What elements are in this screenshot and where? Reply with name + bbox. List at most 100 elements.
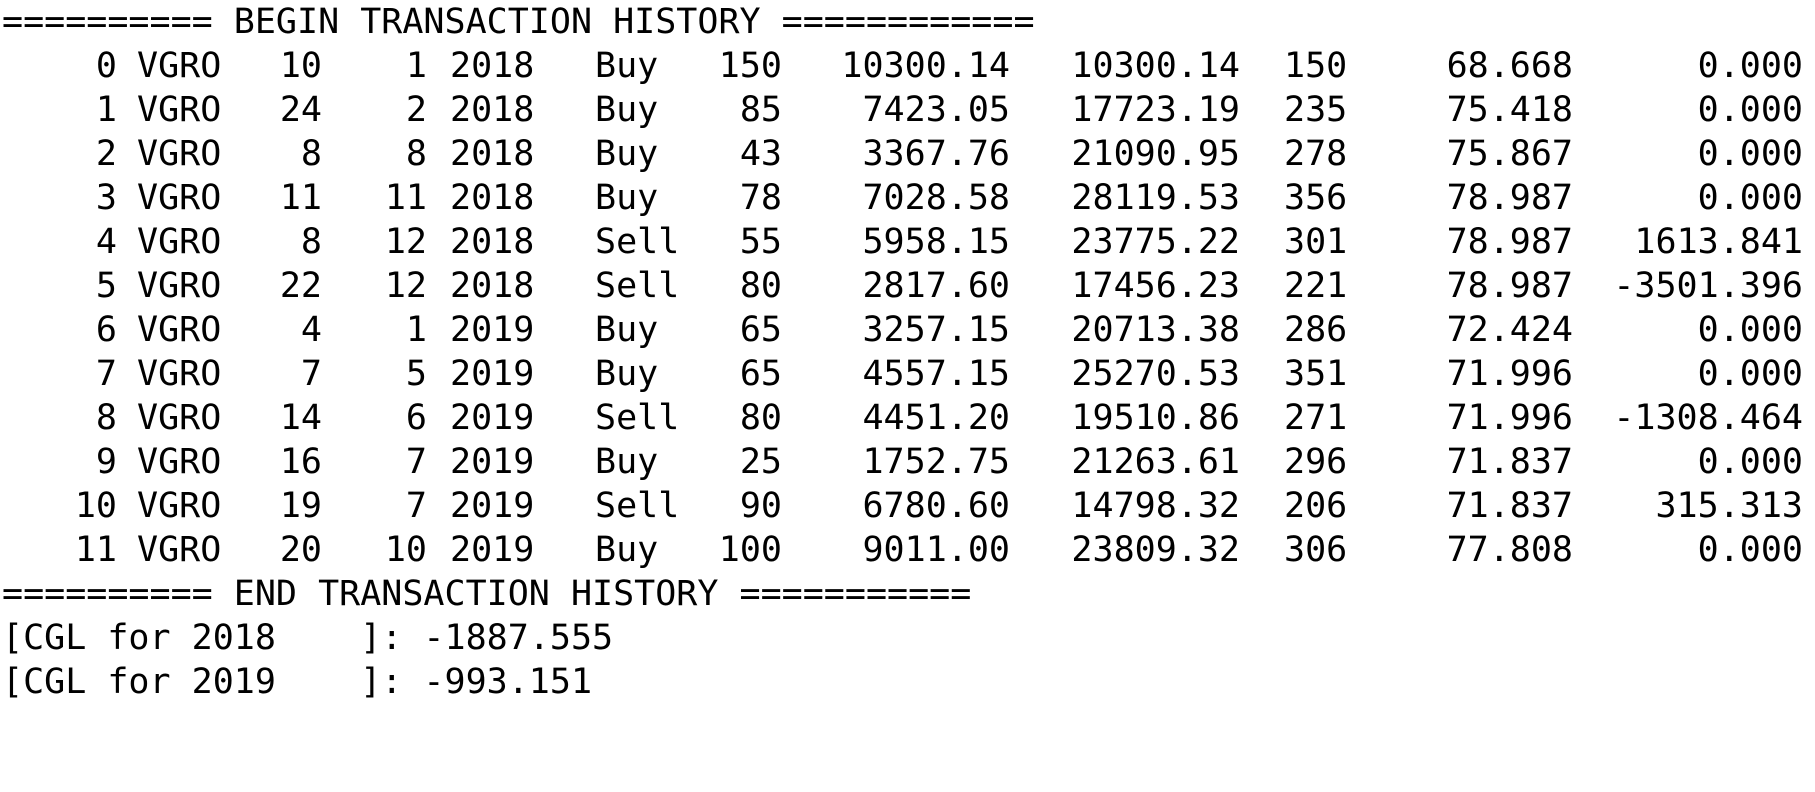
table-row: 10 VGRO 19 7 2019 Sell 90 6780.60 14798.32 206 71.… — [0, 484, 1815, 528]
row-acb-per-share: 72.424 — [1446, 310, 1573, 350]
row-year: 2018 — [450, 134, 535, 174]
row-action: Buy — [595, 134, 659, 174]
end-banner-line: ========== END TRANSACTION HISTORY =====… — [0, 572, 1815, 616]
row-quantity: 150 — [718, 46, 782, 86]
row-month: 1 — [405, 46, 427, 86]
transaction-table: 0 VGRO 10 1 2018 Buy 150 10300.14 10300.14 150 68.… — [0, 44, 1815, 572]
row-cumulative-cost: 21090.95 — [1071, 134, 1240, 174]
row-year: 2019 — [450, 486, 535, 526]
row-shares-held: 150 — [1284, 46, 1348, 86]
row-year: 2019 — [450, 354, 535, 394]
row-day: 14 — [279, 398, 322, 438]
row-amount: 6780.60 — [862, 486, 1010, 526]
row-quantity: 65 — [739, 310, 782, 350]
row-amount: 3367.76 — [862, 134, 1010, 174]
row-month: 10 — [384, 530, 427, 570]
row-cumulative-cost: 20713.38 — [1071, 310, 1240, 350]
row-quantity: 55 — [739, 222, 782, 262]
row-index: 11 — [74, 530, 117, 570]
row-index: 2 — [95, 134, 117, 174]
row-action: Sell — [595, 486, 680, 526]
table-row: 7 VGRO 7 5 2019 Buy 65 4557.15 25270.53 351 71.996… — [0, 352, 1815, 396]
row-capital-gain-loss: 0.000 — [1697, 530, 1803, 570]
row-capital-gain-loss: 0.000 — [1697, 178, 1803, 218]
row-amount: 2817.60 — [862, 266, 1010, 306]
row-acb-per-share: 71.996 — [1446, 398, 1573, 438]
row-symbol: VGRO — [137, 310, 222, 350]
row-shares-held: 235 — [1284, 90, 1348, 130]
row-shares-held: 271 — [1284, 398, 1348, 438]
row-quantity: 80 — [739, 266, 782, 306]
row-quantity: 78 — [739, 178, 782, 218]
cgl-summary-2019: [CGL for 2019 ]: -993.151 — [2, 662, 593, 702]
table-row: 9 VGRO 16 7 2019 Buy 25 1752.75 21263.61 296 71.83… — [0, 440, 1815, 484]
row-index: 5 — [95, 266, 117, 306]
row-day: 10 — [279, 46, 322, 86]
row-acb-per-share: 71.837 — [1446, 442, 1573, 482]
row-year: 2018 — [450, 178, 535, 218]
row-acb-per-share: 75.418 — [1446, 90, 1573, 130]
row-index: 6 — [95, 310, 117, 350]
row-acb-per-share: 78.987 — [1446, 178, 1573, 218]
row-index: 8 — [95, 398, 117, 438]
row-symbol: VGRO — [137, 442, 222, 482]
row-symbol: VGRO — [137, 530, 222, 570]
row-shares-held: 286 — [1284, 310, 1348, 350]
begin-banner-line: ========== BEGIN TRANSACTION HISTORY ===… — [0, 0, 1815, 44]
row-shares-held: 301 — [1284, 222, 1348, 262]
row-year: 2018 — [450, 222, 535, 262]
cgl-summary-2018: [CGL for 2018 ]: -1887.555 — [2, 618, 614, 658]
table-row: 11 VGRO 20 10 2019 Buy 100 9011.00 23809.32 306 77… — [0, 528, 1815, 572]
row-quantity: 85 — [739, 90, 782, 130]
row-amount: 3257.15 — [862, 310, 1010, 350]
row-year: 2019 — [450, 398, 535, 438]
table-row: 8 VGRO 14 6 2019 Sell 80 4451.20 19510.86 271 71.9… — [0, 396, 1815, 440]
row-month: 5 — [405, 354, 427, 394]
row-acb-per-share: 77.808 — [1446, 530, 1573, 570]
row-cumulative-cost: 14798.32 — [1071, 486, 1240, 526]
row-month: 8 — [405, 134, 427, 174]
row-index: 4 — [95, 222, 117, 262]
row-amount: 4451.20 — [862, 398, 1010, 438]
row-capital-gain-loss: 0.000 — [1697, 134, 1803, 174]
row-capital-gain-loss: 1613.841 — [1634, 222, 1803, 262]
row-capital-gain-loss: 0.000 — [1697, 442, 1803, 482]
row-action: Sell — [595, 266, 680, 306]
row-acb-per-share: 71.996 — [1446, 354, 1573, 394]
row-shares-held: 296 — [1284, 442, 1348, 482]
row-capital-gain-loss: -3501.396 — [1613, 266, 1803, 306]
row-day: 20 — [279, 530, 322, 570]
end-banner: ========== END TRANSACTION HISTORY =====… — [2, 574, 972, 614]
row-day: 19 — [279, 486, 322, 526]
row-index: 1 — [95, 90, 117, 130]
row-day: 24 — [279, 90, 322, 130]
row-action: Buy — [595, 354, 659, 394]
row-symbol: VGRO — [137, 178, 222, 218]
row-capital-gain-loss: -1308.464 — [1613, 398, 1803, 438]
row-action: Buy — [595, 530, 659, 570]
row-year: 2019 — [450, 530, 535, 570]
row-cumulative-cost: 23775.22 — [1071, 222, 1240, 262]
row-shares-held: 278 — [1284, 134, 1348, 174]
row-capital-gain-loss: 315.313 — [1655, 486, 1803, 526]
row-cumulative-cost: 17723.19 — [1071, 90, 1240, 130]
row-capital-gain-loss: 0.000 — [1697, 310, 1803, 350]
row-cumulative-cost: 25270.53 — [1071, 354, 1240, 394]
row-year: 2018 — [450, 46, 535, 86]
row-action: Buy — [595, 46, 659, 86]
row-acb-per-share: 78.987 — [1446, 222, 1573, 262]
row-amount: 9011.00 — [862, 530, 1010, 570]
row-day: 8 — [300, 222, 322, 262]
terminal-output: ========== BEGIN TRANSACTION HISTORY ===… — [0, 0, 1815, 711]
row-day: 7 — [300, 354, 322, 394]
row-index: 3 — [95, 178, 117, 218]
row-symbol: VGRO — [137, 354, 222, 394]
row-shares-held: 206 — [1284, 486, 1348, 526]
row-year: 2018 — [450, 90, 535, 130]
row-month: 1 — [405, 310, 427, 350]
row-cumulative-cost: 28119.53 — [1071, 178, 1240, 218]
row-shares-held: 306 — [1284, 530, 1348, 570]
row-day: 4 — [300, 310, 322, 350]
row-cumulative-cost: 19510.86 — [1071, 398, 1240, 438]
row-index: 7 — [95, 354, 117, 394]
